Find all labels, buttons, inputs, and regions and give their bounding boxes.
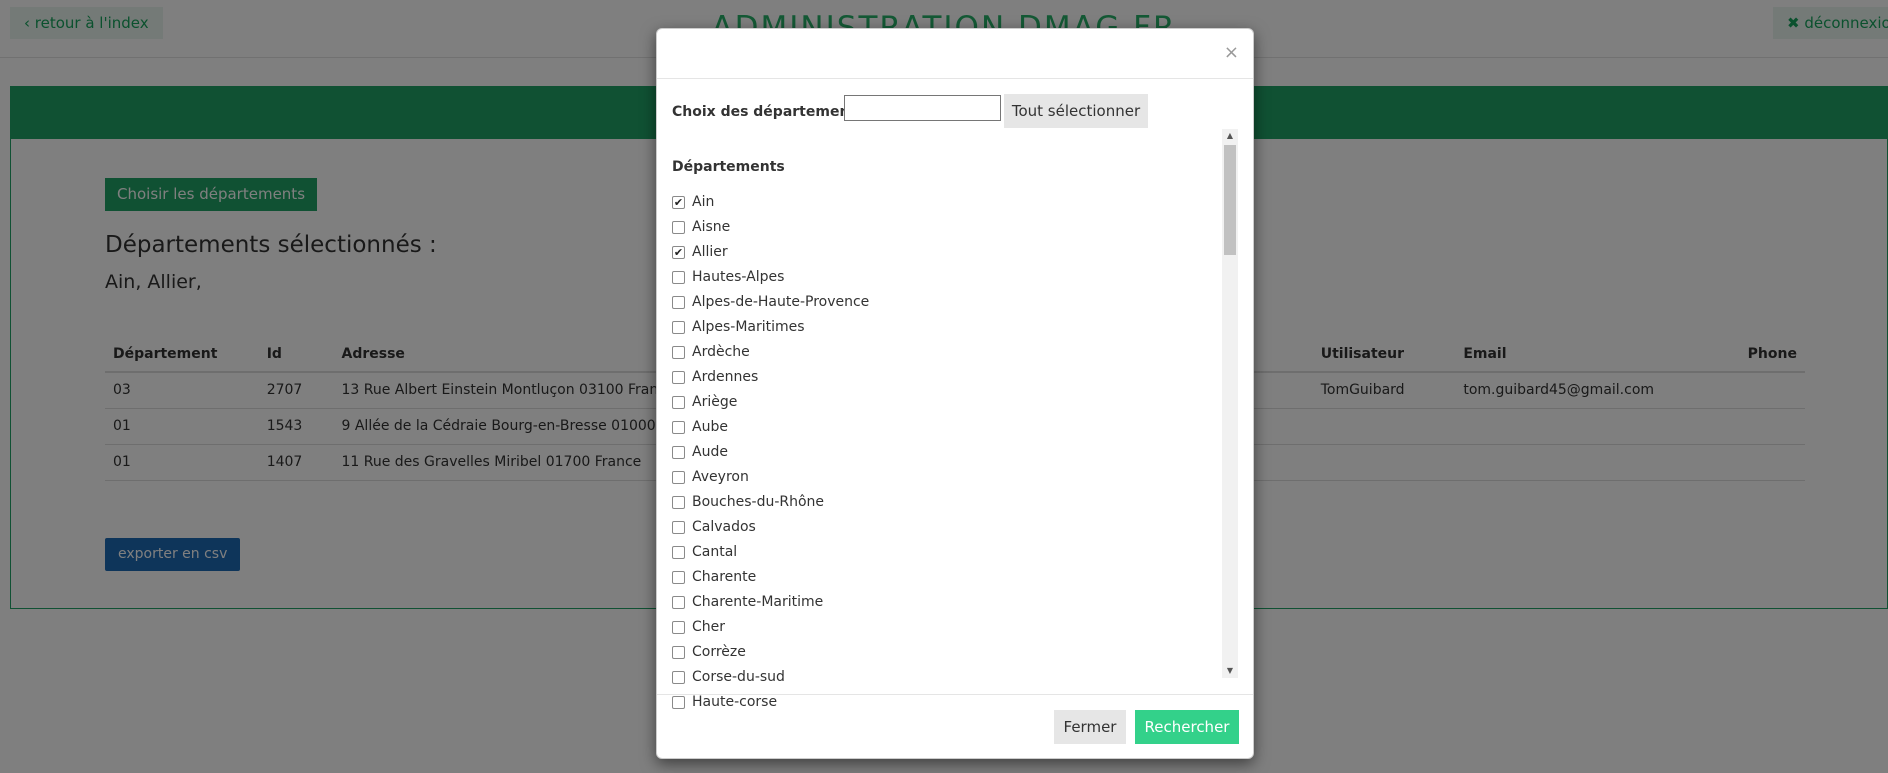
department-label: Charente: [692, 569, 757, 585]
scroll-up-arrow-icon[interactable]: ▲: [1222, 129, 1238, 143]
department-item[interactable]: Corrèze: [672, 641, 1222, 666]
department-label: Calvados: [692, 519, 756, 535]
checkbox[interactable]: [672, 521, 685, 534]
close-button[interactable]: Fermer: [1054, 710, 1126, 744]
modal-header: ×: [657, 29, 1253, 79]
department-label: Aude: [692, 444, 728, 460]
department-label: Charente-Maritime: [692, 594, 824, 610]
checkbox[interactable]: [672, 421, 685, 434]
checkbox[interactable]: [672, 496, 685, 509]
department-label: Allier: [692, 244, 728, 260]
checkbox[interactable]: [672, 471, 685, 484]
checkbox[interactable]: [672, 346, 685, 359]
department-item[interactable]: Alpes-Maritimes: [672, 316, 1222, 341]
department-list-title: Départements: [672, 159, 785, 175]
select-all-button[interactable]: Tout sélectionner: [1004, 94, 1148, 128]
department-item[interactable]: Bouches-du-Rhône: [672, 491, 1222, 516]
checkbox[interactable]: [672, 646, 685, 659]
scroll-thumb[interactable]: [1224, 145, 1236, 255]
checkbox[interactable]: [672, 221, 685, 234]
checkbox[interactable]: [672, 321, 685, 334]
department-label: Corrèze: [692, 644, 746, 660]
department-label: Ariège: [692, 394, 738, 410]
department-list-scrollbar[interactable]: ▲ ▼: [1222, 129, 1238, 678]
department-label: Aube: [692, 419, 728, 435]
checkbox[interactable]: [672, 271, 685, 284]
department-label: Hautes-Alpes: [692, 269, 785, 285]
checkbox[interactable]: [672, 546, 685, 559]
department-label: Alpes-Maritimes: [692, 319, 805, 335]
modal-footer: Fermer Rechercher: [657, 694, 1253, 758]
department-item[interactable]: Hautes-Alpes: [672, 266, 1222, 291]
checkbox[interactable]: [672, 621, 685, 634]
department-label: Ardèche: [692, 344, 750, 360]
department-label: Cher: [692, 619, 726, 635]
department-list-box: Départements ✔ Ain Aisne ✔ Allier Hautes-Alpe…: [672, 155, 1246, 709]
checkbox[interactable]: [672, 571, 685, 584]
department-item[interactable]: Charente: [672, 566, 1222, 591]
department-item[interactable]: Cantal: [672, 541, 1222, 566]
checkbox[interactable]: [672, 396, 685, 409]
department-item[interactable]: Aude: [672, 441, 1222, 466]
department-item[interactable]: ✔ Allier: [672, 241, 1222, 266]
department-item[interactable]: Ardennes: [672, 366, 1222, 391]
department-label: Aveyron: [692, 469, 749, 485]
department-list: ✔ Ain Aisne ✔ Allier Hautes-Alpes Alpes-de-Hau…: [672, 191, 1222, 709]
department-item[interactable]: Alpes-de-Haute-Provence: [672, 291, 1222, 316]
department-label: Aisne: [692, 219, 731, 235]
department-item[interactable]: Calvados: [672, 516, 1222, 541]
checkbox-checked[interactable]: ✔: [672, 246, 685, 259]
department-item[interactable]: Ardèche: [672, 341, 1222, 366]
checkbox[interactable]: [672, 671, 685, 684]
checkbox[interactable]: [672, 446, 685, 459]
department-item[interactable]: Cher: [672, 616, 1222, 641]
department-label: Ain: [692, 194, 715, 210]
department-item[interactable]: Aveyron: [672, 466, 1222, 491]
checkbox[interactable]: [672, 371, 685, 384]
department-label: Bouches-du-Rhône: [692, 494, 825, 510]
department-item[interactable]: Corse-du-sud: [672, 666, 1222, 691]
scroll-down-arrow-icon[interactable]: ▼: [1222, 664, 1238, 678]
department-search-input[interactable]: [844, 95, 1001, 121]
search-button[interactable]: Rechercher: [1135, 710, 1239, 744]
department-item[interactable]: Charente-Maritime: [672, 591, 1222, 616]
department-item[interactable]: ✔ Ain: [672, 191, 1222, 216]
department-label: Ardennes: [692, 369, 759, 385]
department-item[interactable]: Ariège: [672, 391, 1222, 416]
department-item[interactable]: Aisne: [672, 216, 1222, 241]
close-icon[interactable]: ×: [1224, 44, 1239, 62]
department-picker-modal: × Choix des départements : Tout sélectio…: [656, 28, 1254, 759]
department-label: Corse-du-sud: [692, 669, 785, 685]
department-label: Alpes-de-Haute-Provence: [692, 294, 870, 310]
checkbox[interactable]: [672, 296, 685, 309]
checkbox-checked[interactable]: ✔: [672, 196, 685, 209]
department-item[interactable]: Aube: [672, 416, 1222, 441]
checkbox[interactable]: [672, 596, 685, 609]
department-label: Cantal: [692, 544, 738, 560]
